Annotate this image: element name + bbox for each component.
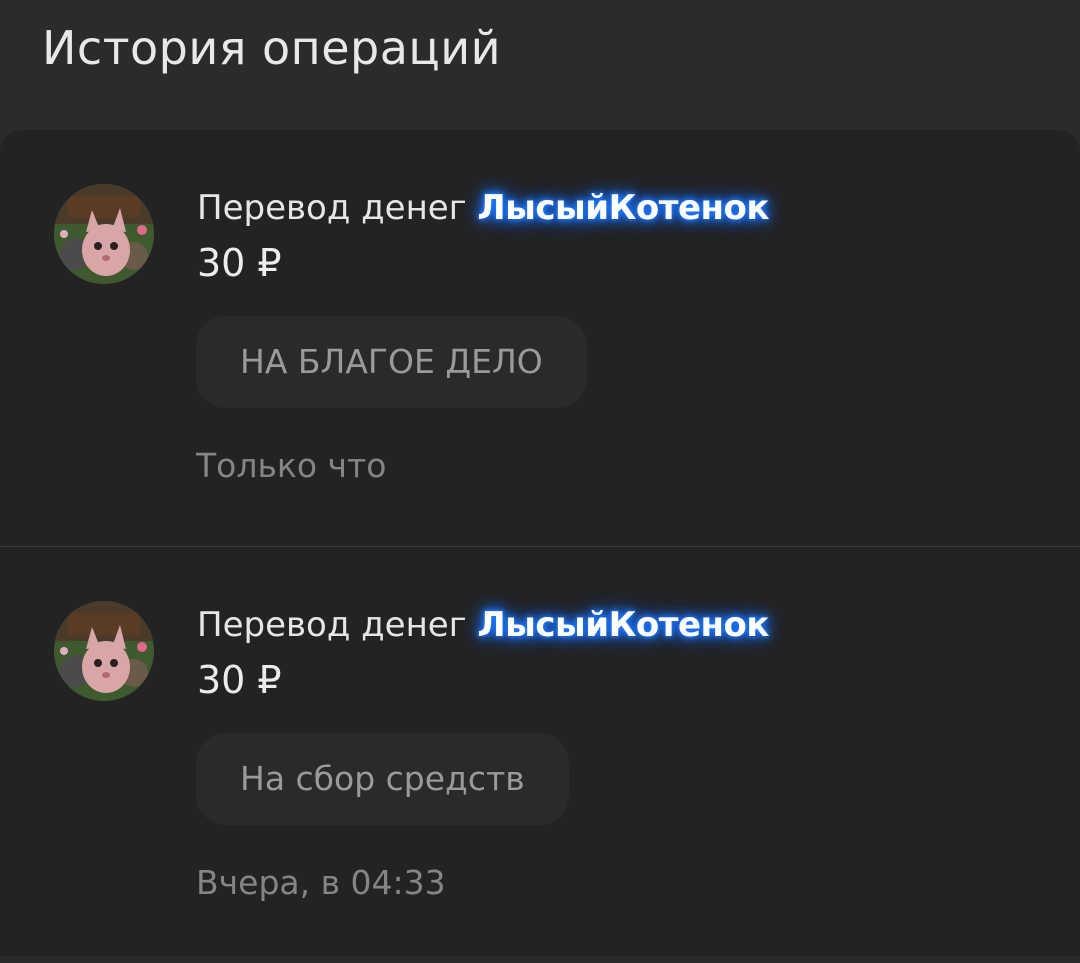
operation-item[interactable]: Перевод денег ЛысыйКотенок 30 ₽ НА БЛАГО… — [0, 130, 1080, 546]
operation-amount: 30 ₽ — [197, 658, 282, 702]
operation-type: Перевод денег — [197, 605, 467, 645]
operation-title: Перевод денег ЛысыйКотенок — [197, 186, 769, 230]
cat-avatar-icon[interactable] — [54, 184, 154, 284]
recipient-username[interactable]: ЛысыйКотенок — [477, 605, 769, 645]
cat-avatar-icon[interactable] — [54, 601, 154, 701]
operation-item[interactable]: Перевод денег ЛысыйКотенок 30 ₽ На сбор … — [0, 547, 1080, 963]
operation-amount: 30 ₽ — [197, 241, 282, 285]
page-title: История операций — [42, 21, 502, 75]
operation-time: Только что — [196, 446, 387, 485]
operation-time: Вчера, в 04:33 — [196, 863, 446, 902]
recipient-username[interactable]: ЛысыйКотенок — [477, 188, 769, 228]
operation-comment: НА БЛАГОЕ ДЕЛО — [196, 316, 587, 408]
operations-list: Перевод денег ЛысыйКотенок 30 ₽ НА БЛАГО… — [0, 130, 1080, 956]
operation-title: Перевод денег ЛысыйКотенок — [197, 603, 769, 647]
operation-comment: На сбор средств — [196, 733, 569, 825]
operation-type: Перевод денег — [197, 188, 467, 228]
